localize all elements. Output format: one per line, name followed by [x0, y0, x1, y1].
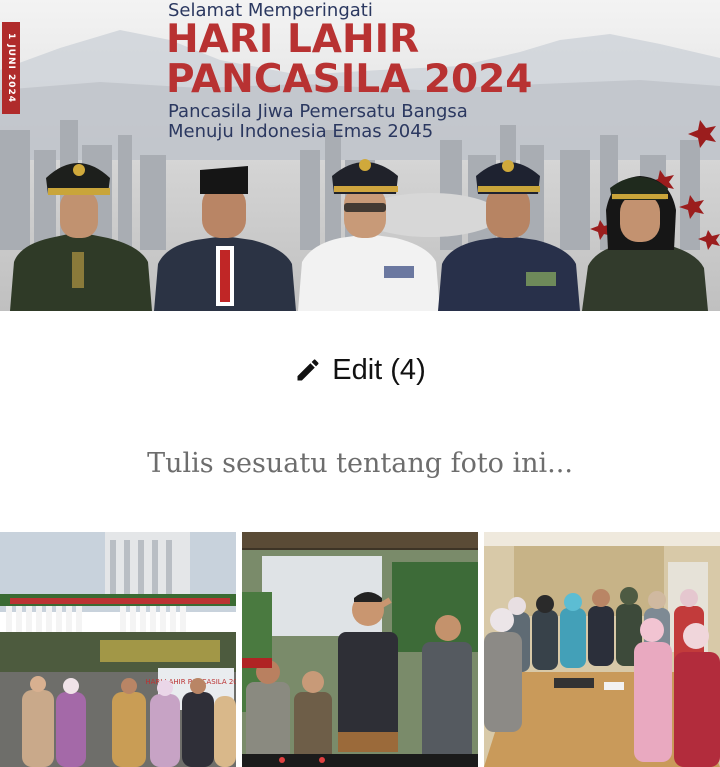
- banner-title-line2: PANCASILA 2024: [166, 57, 533, 102]
- official-white-uniform: [298, 159, 440, 311]
- official-army-woman: [582, 176, 708, 311]
- banner-subtitle: Pancasila Jiwa Pemersatu Bangsa Menuju I…: [168, 102, 468, 142]
- official-army: [10, 163, 152, 311]
- ceremony-field-photo: HARI LAHIR PANCASILA 2024: [0, 532, 236, 767]
- thumbnail-photo-1[interactable]: HARI LAHIR PANCASILA 2024: [0, 532, 236, 767]
- thumbnail-photo-2[interactable]: [242, 532, 478, 767]
- meeting-room-photo: [484, 532, 720, 767]
- video-call-salute-photo: [242, 532, 478, 767]
- banner-title-line1: HARI LAHIR: [166, 17, 420, 62]
- official-police: [438, 160, 580, 311]
- banner-subtitle-line1: Pancasila Jiwa Pemersatu Bangsa: [168, 101, 468, 122]
- officials-group-portrait: [10, 159, 708, 311]
- caption-input[interactable]: Tulis sesuatu tentang foto ini...: [0, 448, 720, 479]
- banner-title: HARI LAHIR PANCASILA 2024: [166, 20, 532, 100]
- pencil-icon: [297, 359, 319, 381]
- edit-label: Edit (4): [332, 353, 426, 386]
- edit-button[interactable]: Edit (4): [0, 350, 720, 390]
- official-suit: [154, 166, 296, 311]
- thumbnail-photo-3[interactable]: [484, 532, 720, 767]
- header-banner-image[interactable]: 1 JUNI 2024 Selamat Memperingati HARI LA…: [0, 0, 720, 311]
- date-tag-text: 1 JUNI 2024: [6, 32, 16, 104]
- date-tag: 1 JUNI 2024: [2, 22, 20, 114]
- banner-subtitle-line2: Menuju Indonesia Emas 2045: [168, 121, 434, 142]
